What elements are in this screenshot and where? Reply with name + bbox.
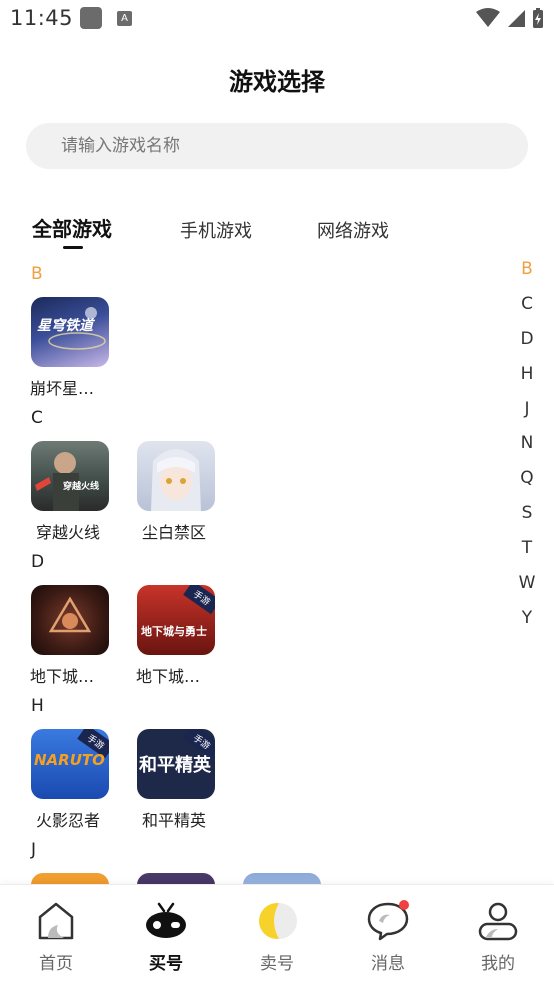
active-tab-indicator	[63, 246, 83, 249]
alpha-index-j[interactable]: J	[512, 397, 542, 432]
search-input[interactable]	[26, 123, 528, 169]
game-icon	[31, 585, 109, 655]
crossfire-soldier-icon	[35, 452, 79, 511]
nav-label: 消息	[371, 954, 405, 974]
notification-icon	[80, 7, 102, 29]
game-name: 和平精英	[142, 811, 207, 830]
game-icon-text: 和平精英	[139, 755, 211, 776]
nav-messages[interactable]: 消息	[348, 899, 428, 974]
game-item-crossfire[interactable]: 穿越火线 穿越火线	[30, 441, 110, 543]
game-item-naruto[interactable]: 手游 NARUTO 火影忍者	[30, 729, 110, 831]
game-icon	[243, 873, 321, 884]
section-letter-b: B	[31, 264, 43, 284]
section-letter-d: D	[31, 552, 45, 572]
nav-buy-account[interactable]: 买号	[126, 899, 206, 974]
battery-icon	[533, 8, 543, 28]
tab-all-games[interactable]: 全部游戏	[32, 213, 112, 242]
search-box[interactable]	[26, 123, 528, 169]
game-icon: 手游 和平精英	[137, 729, 215, 799]
game-item-partial-2[interactable]	[136, 873, 216, 884]
section-letter-c: C	[31, 408, 43, 428]
status-icons	[476, 6, 544, 30]
game-icon-text: 地下城与勇士	[141, 625, 207, 638]
game-icon: 星穹铁道	[31, 297, 109, 367]
alpha-index-h[interactable]: H	[512, 362, 542, 397]
mobile-tag: 手游	[183, 585, 215, 615]
alpha-index-q[interactable]: Q	[512, 466, 542, 501]
alpha-index-d[interactable]: D	[512, 327, 542, 362]
alpha-index-t[interactable]: T	[512, 536, 542, 571]
game-name: 火影忍者	[36, 811, 101, 830]
alphabet-index: B C D H J N Q S T W Y	[512, 257, 542, 641]
game-item-partial-1[interactable]	[30, 873, 110, 884]
sell-icon	[259, 903, 297, 939]
game-name: 地下城…	[136, 667, 201, 686]
game-list[interactable]: B 星穹铁道 崩坏星… C 穿越火线 穿越火线 尘白禁区 D 地下城… 手游 地…	[0, 258, 510, 884]
nav-label: 卖号	[260, 954, 294, 974]
gamepad-icon	[146, 902, 186, 938]
game-icon	[137, 441, 215, 511]
tab-online-games[interactable]: 网络游戏	[317, 217, 389, 243]
tab-mobile-games[interactable]: 手机游戏	[180, 217, 252, 243]
nav-sell-account[interactable]: 卖号	[237, 899, 317, 974]
game-item-honkai-star-rail[interactable]: 星穹铁道 崩坏星…	[30, 297, 110, 399]
nav-home[interactable]: 首页	[16, 899, 96, 974]
page-title: 游戏选择	[229, 68, 325, 96]
game-icon-text: 星穹铁道	[37, 318, 93, 334]
alpha-index-w[interactable]: W	[512, 571, 542, 606]
game-name: 尘白禁区	[142, 523, 207, 542]
section-letter-h: H	[31, 696, 44, 716]
anime-character-icon	[151, 449, 201, 511]
alpha-index-n[interactable]: N	[512, 431, 542, 466]
game-icon: 手游 地下城与勇士	[137, 585, 215, 655]
alpha-index-b[interactable]: B	[512, 257, 542, 292]
alpha-index-s[interactable]: S	[512, 501, 542, 536]
category-tabs: 全部游戏 手机游戏 网络游戏	[0, 213, 554, 253]
bottom-nav: 首页 买号 卖号 消息 我的	[0, 884, 554, 984]
game-name: 崩坏星…	[30, 379, 95, 398]
game-icon	[31, 873, 109, 884]
dnf-emblem-icon	[48, 596, 92, 633]
app-notification-icon: A	[117, 11, 132, 26]
game-icon: 手游 NARUTO	[31, 729, 109, 799]
nav-label: 我的	[481, 954, 515, 974]
game-icon: 穿越火线	[31, 441, 109, 511]
game-item-dnf-mobile[interactable]: 手游 地下城与勇士 地下城…	[136, 585, 216, 687]
nav-label: 首页	[39, 954, 73, 974]
game-icon	[137, 873, 215, 884]
status-bar: 11:45 A	[0, 0, 554, 38]
alpha-index-c[interactable]: C	[512, 292, 542, 327]
game-item-partial-3[interactable]	[242, 873, 322, 884]
profile-icon	[478, 902, 518, 941]
alpha-index-y[interactable]: Y	[512, 606, 542, 641]
game-item-dnf-1[interactable]: 地下城…	[30, 585, 110, 687]
nav-profile[interactable]: 我的	[458, 899, 538, 974]
status-time: 11:45	[10, 6, 74, 30]
nav-label: 买号	[149, 954, 183, 974]
game-name: 穿越火线	[36, 523, 101, 542]
unread-badge	[399, 900, 409, 910]
game-icon-text: NARUTO	[34, 751, 105, 769]
game-icon-text: 穿越火线	[63, 482, 100, 492]
home-icon	[38, 902, 74, 940]
section-letter-j: J	[31, 840, 37, 860]
wifi-icon	[476, 8, 500, 27]
game-name: 地下城…	[30, 667, 95, 686]
signal-icon	[508, 10, 525, 27]
game-item-snowbreak[interactable]: 尘白禁区	[136, 441, 216, 543]
game-item-peacekeeper-elite[interactable]: 手游 和平精英 和平精英	[136, 729, 216, 831]
message-icon	[367, 900, 409, 941]
